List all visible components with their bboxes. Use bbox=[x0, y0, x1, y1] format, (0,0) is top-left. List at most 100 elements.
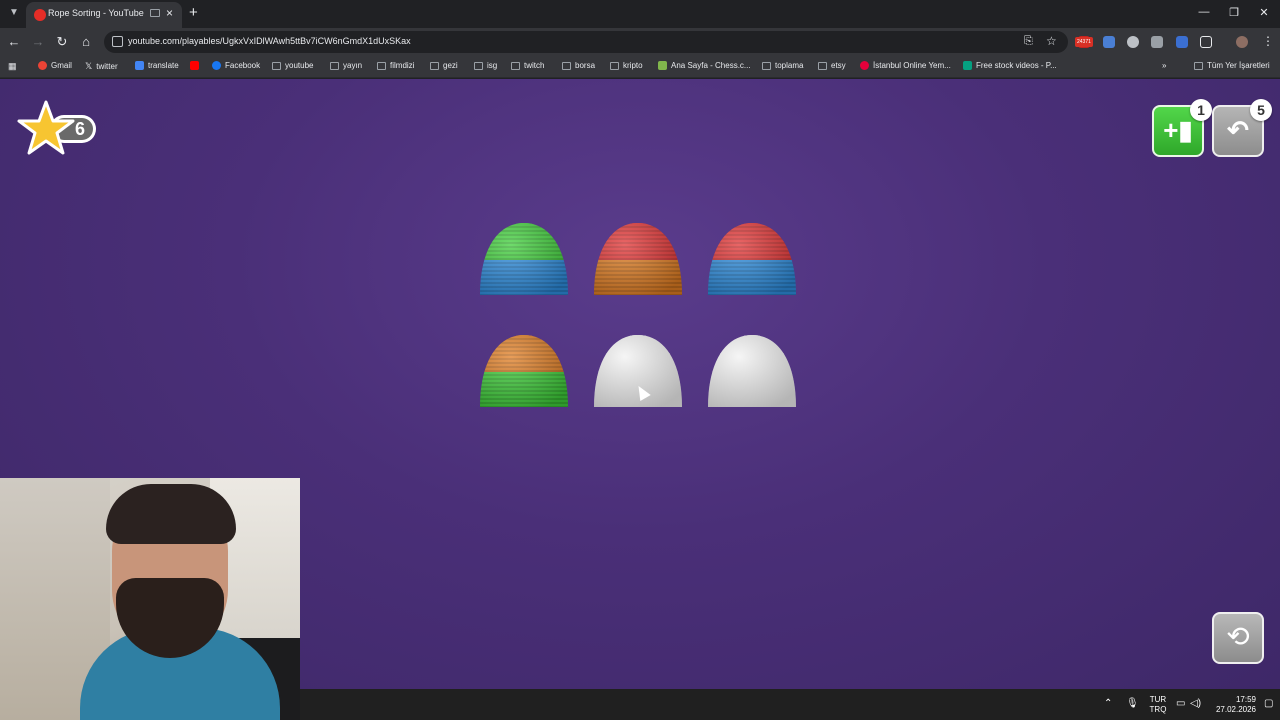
rope-spool-graphic bbox=[708, 223, 796, 295]
install-app-icon[interactable]: ⎘ bbox=[1024, 35, 1033, 48]
yemeksepeti-icon bbox=[860, 61, 869, 70]
apps-grid-icon[interactable]: ▦ bbox=[8, 61, 17, 72]
tray-chevron-up-icon[interactable]: ⌃ bbox=[1104, 698, 1112, 709]
url-text: youtube.com/playables/UgkxVxIDlWAwh5ttBv… bbox=[128, 36, 411, 46]
bookmark-folder-youtube[interactable]: youtube bbox=[272, 61, 313, 70]
tab-close-icon[interactable]: × bbox=[166, 6, 173, 20]
home-button[interactable]: ⌂ bbox=[78, 34, 94, 49]
bookmark-folder-twitch[interactable]: twitch bbox=[511, 61, 544, 70]
bookmark-folder-kripto[interactable]: kripto bbox=[610, 61, 643, 70]
new-tab-button[interactable]: + bbox=[189, 4, 198, 21]
folder-icon bbox=[1194, 61, 1203, 70]
bookmark-folder-yayin[interactable]: yayın bbox=[330, 61, 362, 70]
chess-icon bbox=[658, 61, 667, 70]
facebook-icon bbox=[212, 61, 221, 70]
bookmark-translate[interactable]: translate bbox=[135, 61, 179, 70]
folder-icon bbox=[272, 61, 281, 70]
forward-button[interactable]: → bbox=[30, 34, 46, 49]
back-button[interactable]: ← bbox=[6, 34, 22, 49]
folder-icon bbox=[511, 61, 520, 70]
rope-spool-graphic bbox=[480, 223, 568, 295]
bookmark-folder-etsy[interactable]: etsy bbox=[818, 61, 846, 70]
tab-title: Rope Sorting - YouTube bbox=[48, 8, 144, 18]
bookmark-folder-gezi[interactable]: gezi bbox=[430, 61, 458, 70]
bookmark-folder-isg[interactable]: isg bbox=[474, 61, 497, 70]
restore-button[interactable]: ❐ bbox=[1224, 6, 1244, 19]
extension-icon[interactable] bbox=[1176, 36, 1188, 48]
close-window-button[interactable]: ✕ bbox=[1254, 6, 1274, 19]
rope-spool[interactable] bbox=[476, 331, 572, 411]
youtube-favicon-icon bbox=[34, 9, 46, 21]
rope-spool-graphic bbox=[594, 335, 682, 407]
folder-icon bbox=[330, 61, 339, 70]
rope-spool[interactable] bbox=[704, 331, 800, 411]
bookmarks-bar: ▦ Gmail 𝕏twitter translate Facebook yout… bbox=[0, 56, 1280, 78]
address-bar[interactable]: youtube.com/playables/UgkxVxIDlWAwh5ttBv… bbox=[104, 31, 1068, 53]
folder-icon bbox=[474, 61, 483, 70]
star-counter: 6 bbox=[16, 99, 106, 161]
bookmark-pexels[interactable]: Free stock videos - P... bbox=[963, 61, 1057, 70]
tab-rope-sorting[interactable]: Rope Sorting - YouTube × bbox=[26, 2, 182, 28]
menu-kebab-icon[interactable]: ⋮ bbox=[1262, 34, 1274, 48]
translate-extension-icon[interactable] bbox=[1103, 36, 1115, 48]
folder-icon bbox=[818, 61, 827, 70]
rope-spool[interactable] bbox=[476, 219, 572, 299]
tab-strip: ▼ Rope Sorting - YouTube × + — ❐ ✕ bbox=[0, 0, 1280, 28]
all-bookmarks-button[interactable]: Tüm Yer İşaretleri bbox=[1194, 61, 1270, 70]
language-indicator[interactable]: TUR TRQ bbox=[1148, 695, 1168, 715]
restart-button[interactable]: ⟲ bbox=[1212, 612, 1264, 664]
clock[interactable]: 17:59 27.02.2026 bbox=[1204, 695, 1256, 715]
bookmark-folder-borsa[interactable]: borsa bbox=[562, 61, 595, 70]
reload-button[interactable]: ↻ bbox=[54, 34, 70, 50]
notifications-icon[interactable]: ▢ bbox=[1264, 698, 1273, 709]
undo-button[interactable]: ↶ 5 bbox=[1212, 99, 1272, 157]
add-spool-count-badge: 1 bbox=[1190, 99, 1212, 121]
extension-icon[interactable] bbox=[1127, 36, 1139, 48]
folder-icon bbox=[377, 61, 386, 70]
translate-icon bbox=[135, 61, 144, 70]
extensions-puzzle-icon[interactable] bbox=[1200, 36, 1212, 48]
webcam-overlay bbox=[0, 478, 300, 720]
bookmark-facebook[interactable]: Facebook bbox=[212, 61, 260, 70]
folder-icon bbox=[762, 61, 771, 70]
bookmark-youtube-icon[interactable] bbox=[190, 61, 199, 70]
bookmark-star-icon[interactable]: ☆ bbox=[1046, 34, 1057, 48]
undo-count-badge: 5 bbox=[1250, 99, 1272, 121]
bookmark-twitter[interactable]: 𝕏twitter bbox=[85, 61, 118, 72]
volume-icon[interactable]: ◁) bbox=[1190, 698, 1201, 709]
webcam-person-hair bbox=[106, 484, 236, 544]
screen: ▼ Rope Sorting - YouTube × + — ❐ ✕ ← → ↻… bbox=[0, 0, 1280, 720]
tab-media-icon[interactable] bbox=[150, 9, 160, 17]
profile-avatar-icon[interactable] bbox=[1236, 36, 1248, 48]
youtube-icon bbox=[190, 61, 199, 70]
gmail-icon bbox=[38, 61, 47, 70]
star-icon bbox=[17, 100, 75, 155]
rope-spool[interactable] bbox=[704, 219, 800, 299]
microphone-icon[interactable]: 🎙︎ bbox=[1126, 698, 1139, 709]
taskbar: ⌃ 🎙︎ TUR TRQ ▭ ◁) 17:59 27.02.2026 ▢ bbox=[300, 689, 1280, 720]
folder-icon bbox=[430, 61, 439, 70]
bookmark-gmail[interactable]: Gmail bbox=[38, 61, 72, 70]
extension-icon[interactable] bbox=[1151, 36, 1163, 48]
folder-icon bbox=[562, 61, 571, 70]
bookmarks-overflow-button[interactable]: » bbox=[1162, 61, 1166, 70]
restart-icon: ⟲ bbox=[1226, 621, 1250, 652]
rope-spool-graphic bbox=[480, 335, 568, 407]
folder-icon bbox=[610, 61, 619, 70]
extension-badge: 24371 bbox=[1075, 37, 1093, 47]
rope-spool[interactable] bbox=[590, 219, 686, 299]
pexels-icon bbox=[963, 61, 972, 70]
x-icon: 𝕏 bbox=[85, 61, 93, 71]
add-spool-button[interactable]: +▮ 1 bbox=[1152, 99, 1212, 157]
rope-spool-graphic bbox=[594, 223, 682, 295]
rope-spool[interactable] bbox=[590, 331, 686, 411]
bookmark-folder-toplama[interactable]: toplama bbox=[762, 61, 803, 70]
bookmark-chess[interactable]: Ana Sayfa - Chess.c... bbox=[658, 61, 751, 70]
site-info-icon[interactable] bbox=[112, 36, 123, 47]
tab-search-icon[interactable]: ▼ bbox=[6, 5, 22, 21]
bookmark-folder-filmdizi[interactable]: filmdizi bbox=[377, 61, 414, 70]
rope-spool-graphic bbox=[708, 335, 796, 407]
minimize-button[interactable]: — bbox=[1194, 6, 1214, 18]
bookmark-yemeksepeti[interactable]: İstanbul Online Yem... bbox=[860, 61, 951, 70]
network-icon[interactable]: ▭ bbox=[1176, 698, 1185, 709]
